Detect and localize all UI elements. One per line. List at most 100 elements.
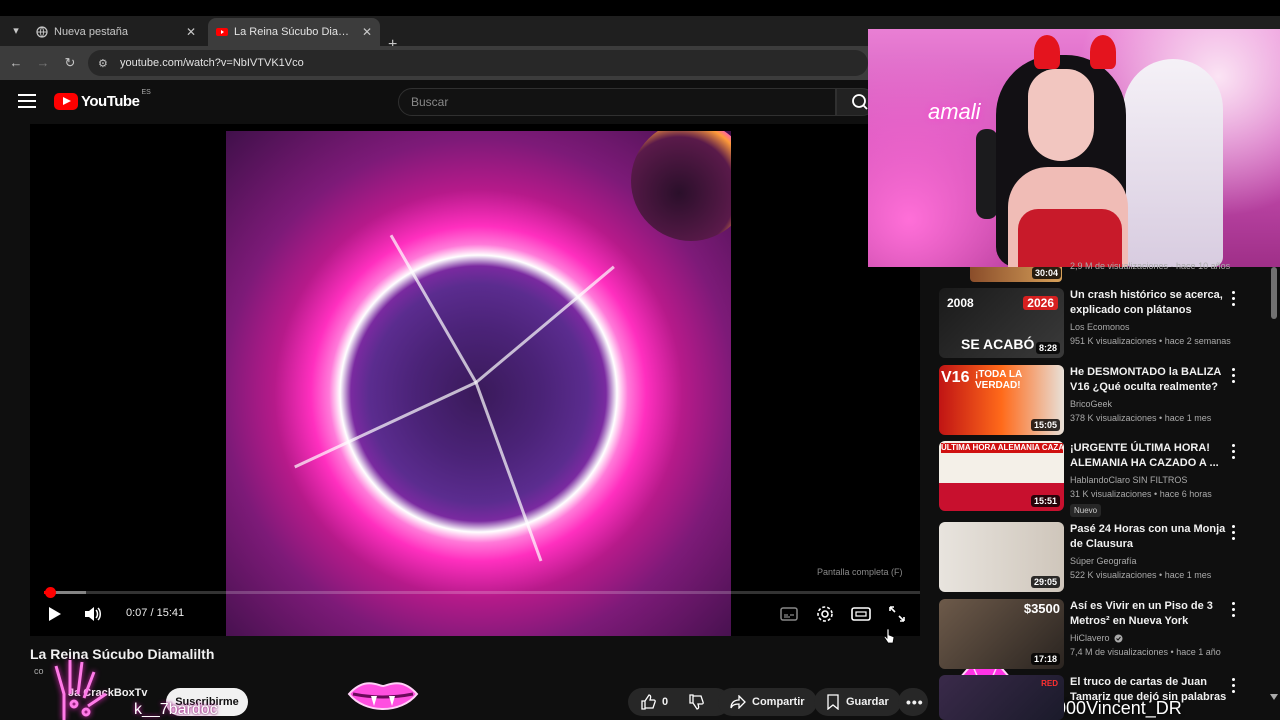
sidebar-scrollbar[interactable]: [1271, 267, 1277, 319]
channel-name[interactable]: BricoGeek: [1070, 399, 1112, 409]
video-thumbnail[interactable]: RED: [939, 675, 1064, 720]
video-thumbnail[interactable]: $3500 17:18: [939, 599, 1064, 669]
devil-horn-right: [1090, 35, 1116, 69]
video-meta: 31 K visualizaciones • hace 6 horas: [1070, 489, 1212, 499]
video-title[interactable]: Un crash histórico se acerca, explicado …: [1070, 288, 1230, 318]
bookmark-icon: [827, 694, 839, 710]
related-video-item[interactable]: V16 ¡TODA LA VERDAD! 15:05 He DESMONTADO…: [938, 365, 1268, 437]
youtube-logo-text: YouTube: [81, 93, 140, 110]
thumbs-up-icon[interactable]: [640, 694, 656, 710]
thumbs-down-icon[interactable]: [688, 694, 704, 710]
tab-youtube-video[interactable]: La Reina Súcubo Diamalilth - YouTube ✕: [208, 18, 380, 46]
microphone: [976, 129, 998, 219]
play-icon[interactable]: [48, 606, 62, 622]
theater-mode-icon[interactable]: [851, 604, 871, 624]
top-black-strip: [0, 0, 1280, 16]
thumbnail-text: V16: [941, 369, 970, 386]
hamburger-menu-icon[interactable]: [18, 94, 36, 108]
thumbnail-text: $3500: [1023, 601, 1060, 616]
related-video-item[interactable]: ÚLTIMA HORA ALEMANIA CAZA A ZAPATERO 15:…: [938, 441, 1268, 517]
verified-check-icon: [1114, 634, 1123, 642]
tab-label: Nueva pestaña: [54, 26, 128, 38]
youtube-header: YouTube ES Buscar: [0, 80, 876, 124]
video-meta: 951 K visualizaciones • hace 2 semanas: [1070, 336, 1231, 346]
thumbnail-text: SE ACABÓ: [961, 336, 1035, 352]
thumbnail-text: ¡TODA LA VERDAD!: [975, 369, 1022, 391]
video-frame: [226, 131, 731, 636]
channel-name[interactable]: Súper Geografía: [1070, 556, 1137, 566]
devil-horn-left: [1034, 35, 1060, 69]
mouse-cursor-icon: [883, 628, 895, 644]
light-streak: [474, 381, 543, 562]
video-duration: 17:18: [1030, 653, 1060, 665]
fullscreen-icon[interactable]: [887, 604, 907, 624]
scroll-down-arrow-icon[interactable]: [1270, 694, 1278, 700]
thumbnail-text: RED: [1041, 679, 1058, 688]
forward-arrow-icon[interactable]: →: [34, 54, 52, 72]
like-dislike-group[interactable]: 0: [628, 688, 730, 716]
reload-icon[interactable]: ↻: [61, 54, 79, 72]
globe-icon: [36, 26, 48, 38]
address-bar[interactable]: ⚙ youtube.com/watch?v=NbIVTVK1Vco: [88, 50, 868, 76]
tab-close-icon[interactable]: ✕: [362, 25, 372, 39]
share-button[interactable]: Compartir: [718, 688, 817, 716]
related-video-item[interactable]: 29:05 Pasé 24 Horas con una Monja de Cla…: [938, 522, 1268, 594]
more-actions-button[interactable]: •••: [898, 688, 928, 716]
save-button[interactable]: Guardar: [814, 688, 901, 716]
neon-hand-overlay-icon: [54, 660, 107, 720]
subtitles-icon[interactable]: [779, 604, 799, 624]
video-thumbnail[interactable]: 29:05: [939, 522, 1064, 592]
tab-search-dropdown-icon[interactable]: ▾: [6, 22, 26, 40]
neon-vampire-lips-icon: [347, 682, 419, 710]
light-streak: [475, 265, 615, 384]
tab-label: La Reina Súcubo Diamalilth - YouTube: [234, 26, 356, 38]
thumbnail-text: 2008: [947, 296, 974, 310]
channel-name[interactable]: Los Ecomonos: [1070, 322, 1130, 332]
more-vertical-icon[interactable]: [1228, 367, 1238, 383]
light-streak: [389, 234, 478, 384]
more-horizontal-icon: •••: [906, 694, 924, 710]
video-meta: 522 K visualizaciones • hace 1 mes: [1070, 570, 1212, 580]
channel-name[interactable]: HiClavero: [1070, 633, 1123, 643]
more-vertical-icon[interactable]: [1228, 601, 1238, 617]
back-arrow-icon[interactable]: ←: [7, 54, 25, 72]
more-vertical-icon[interactable]: [1228, 290, 1238, 306]
video-player[interactable]: [30, 124, 920, 636]
more-vertical-icon[interactable]: [1228, 443, 1238, 459]
light-streak: [294, 381, 477, 469]
more-vertical-icon[interactable]: [1228, 677, 1238, 693]
youtube-icon: [216, 28, 228, 36]
channel-name[interactable]: HablandoClaro SIN FILTROS: [1070, 475, 1187, 485]
more-vertical-icon[interactable]: [1228, 524, 1238, 540]
site-info-icon[interactable]: ⚙: [98, 57, 110, 70]
related-video-item[interactable]: RED El truco de cartas de Juan Tamariz q…: [938, 675, 1268, 720]
video-duration: 29:05: [1030, 576, 1060, 588]
time-display: 0:07 / 15:41: [126, 607, 185, 619]
video-thumbnail[interactable]: ÚLTIMA HORA ALEMANIA CAZA A ZAPATERO 15:…: [939, 441, 1064, 511]
settings-gear-icon[interactable]: [815, 604, 835, 624]
video-thumbnail[interactable]: V16 ¡TODA LA VERDAD! 15:05: [939, 365, 1064, 435]
video-duration: 8:28: [1035, 342, 1060, 354]
youtube-play-logo-icon: [54, 93, 78, 110]
video-title[interactable]: ¡URGENTE ÚLTIMA HORA! ALEMANIA HA CAZADO…: [1070, 441, 1230, 471]
region-code: ES: [141, 89, 151, 96]
video-title[interactable]: El truco de cartas de Juan Tamariz que d…: [1070, 675, 1230, 705]
video-title[interactable]: He DESMONTADO la BALIZA V16 ¿Qué oculta …: [1070, 365, 1230, 395]
related-videos-sidebar: 2008 2026 SE ACABÓ 8:28 Un crash históri…: [938, 267, 1280, 720]
related-video-item[interactable]: 2008 2026 SE ACABÓ 8:28 Un crash históri…: [938, 288, 1268, 360]
video-meta: 378 K visualizaciones • hace 1 mes: [1070, 413, 1212, 423]
video-title[interactable]: Así es Vivir en un Piso de 3 Metros² en …: [1070, 599, 1230, 629]
progress-bar[interactable]: [44, 587, 920, 598]
search-input[interactable]: Buscar: [398, 88, 836, 116]
related-video-item[interactable]: $3500 17:18 Así es Vivir en un Piso de 3…: [938, 599, 1268, 671]
tab-new-tab[interactable]: Nueva pestaña ✕: [28, 18, 204, 46]
youtube-logo[interactable]: YouTube ES: [54, 89, 151, 110]
thumbnail-text: ÚLTIMA HORA ALEMANIA CAZA A ZAPATERO: [941, 443, 1063, 453]
video-duration: 15:05: [1030, 419, 1060, 431]
tab-close-icon[interactable]: ✕: [186, 25, 196, 39]
video-title[interactable]: Pasé 24 Horas con una Monja de Clausura: [1070, 522, 1230, 552]
video-thumbnail[interactable]: 2008 2026 SE ACABÓ 8:28: [939, 288, 1064, 358]
volume-icon[interactable]: [84, 606, 102, 622]
neon-sign: amali: [928, 99, 981, 124]
gaming-chair: [1123, 59, 1223, 267]
